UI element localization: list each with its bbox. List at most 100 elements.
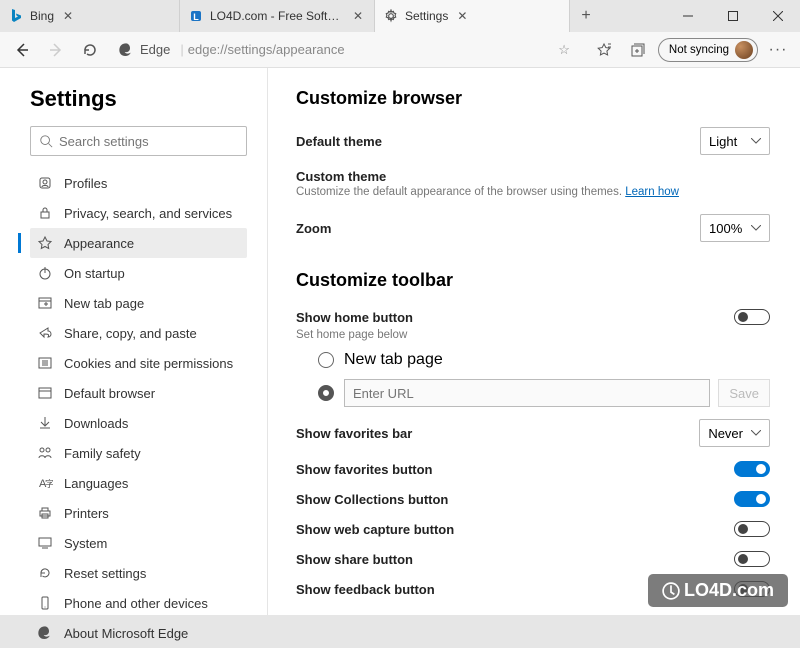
close-icon[interactable]: ✕ (350, 9, 366, 23)
theme-dropdown[interactable]: Light (700, 127, 770, 155)
row-favorites-bar: Show favorites bar Never (296, 419, 770, 447)
save-button[interactable]: Save (718, 379, 770, 407)
section-customize-toolbar: Customize toolbar (296, 270, 770, 291)
family-icon (36, 444, 54, 462)
label-web-capture: Show web capture button (296, 522, 454, 537)
lo4d-icon: L (188, 8, 204, 24)
page-title: Settings (30, 86, 247, 112)
profile-sync-pill[interactable]: Not syncing (658, 38, 758, 62)
close-window-button[interactable] (755, 0, 800, 32)
label-collections-button: Show Collections button (296, 492, 448, 507)
search-settings-box[interactable] (30, 126, 247, 156)
avatar-icon (735, 41, 753, 59)
favorites-bar-dropdown[interactable]: Never (699, 419, 770, 447)
tab-label: LO4D.com - Free Software Dow (210, 9, 344, 23)
collections-icon[interactable] (624, 36, 652, 64)
content-area: Settings Profiles Privacy, search, and s… (0, 68, 800, 615)
nav-downloads[interactable]: Downloads (30, 408, 247, 438)
label-custom-theme: Custom theme (296, 169, 770, 184)
watermark: LO4D.com (648, 574, 788, 607)
zoom-dropdown[interactable]: 100% (700, 214, 770, 242)
forward-button[interactable] (42, 36, 70, 64)
nav-phone[interactable]: Phone and other devices (30, 588, 247, 618)
nav-privacy[interactable]: Privacy, search, and services (30, 198, 247, 228)
new-tab-button[interactable]: + (570, 0, 602, 32)
nav-default-browser[interactable]: Default browser (30, 378, 247, 408)
chevron-down-icon (751, 138, 761, 144)
toggle-collections-button[interactable] (734, 491, 770, 507)
nav-family[interactable]: Family safety (30, 438, 247, 468)
row-collections-button: Show Collections button (296, 491, 770, 507)
cookies-icon (36, 354, 54, 372)
label-favorites-button: Show favorites button (296, 462, 433, 477)
browser-icon (36, 384, 54, 402)
label-home-button: Show home button (296, 310, 413, 325)
separator: | (176, 42, 187, 57)
reset-icon (36, 564, 54, 582)
radio-icon (318, 385, 334, 401)
radio-enter-url[interactable]: Save (318, 379, 770, 407)
phone-icon (36, 594, 54, 612)
settings-nav: Profiles Privacy, search, and services A… (30, 168, 247, 648)
nav-appearance[interactable]: Appearance (30, 228, 247, 258)
chevron-down-icon (751, 430, 761, 436)
home-url-input[interactable] (344, 379, 710, 407)
tab-label: Settings (405, 9, 448, 23)
learn-how-link[interactable]: Learn how (625, 186, 679, 198)
nav-system[interactable]: System (30, 528, 247, 558)
close-icon[interactable]: ✕ (454, 9, 470, 23)
nav-profiles[interactable]: Profiles (30, 168, 247, 198)
nav-reset[interactable]: Reset settings (30, 558, 247, 588)
tab-lo4d[interactable]: L LO4D.com - Free Software Dow ✕ (180, 0, 375, 32)
nav-cookies[interactable]: Cookies and site permissions (30, 348, 247, 378)
nav-share[interactable]: Share, copy, and paste (30, 318, 247, 348)
svg-text:L: L (193, 12, 199, 22)
favorites-icon[interactable] (590, 36, 618, 64)
maximize-button[interactable] (710, 0, 755, 32)
section-customize-browser: Customize browser (296, 88, 770, 109)
label-favorites-bar: Show favorites bar (296, 426, 412, 441)
main-panel: Customize browser Default theme Light Cu… (268, 68, 800, 615)
radio-new-tab-page[interactable]: New tab page (318, 351, 770, 369)
close-icon[interactable]: ✕ (60, 9, 76, 23)
toggle-favorites-button[interactable] (734, 461, 770, 477)
download-icon (36, 414, 54, 432)
tab-label: Bing (30, 9, 54, 23)
label-zoom: Zoom (296, 221, 331, 236)
row-favorites-button: Show favorites button (296, 461, 770, 477)
more-menu-button[interactable]: ··· (764, 36, 792, 64)
toggle-share-button[interactable] (734, 551, 770, 567)
address-field[interactable]: Edge | edge://settings/appearance ☆ (110, 36, 584, 64)
nav-startup[interactable]: On startup (30, 258, 247, 288)
toggle-web-capture[interactable] (734, 521, 770, 537)
nav-printers[interactable]: Printers (30, 498, 247, 528)
favorite-star-icon[interactable]: ☆ (552, 42, 576, 58)
toggle-home-button[interactable] (734, 309, 770, 325)
edge-icon (36, 624, 54, 642)
gear-icon (383, 8, 399, 24)
svg-text:字: 字 (45, 478, 53, 489)
refresh-button[interactable] (76, 36, 104, 64)
search-input[interactable] (59, 134, 238, 149)
row-default-theme: Default theme Light (296, 127, 770, 155)
appearance-icon (36, 234, 54, 252)
share-icon (36, 324, 54, 342)
label-default-theme: Default theme (296, 134, 382, 149)
back-button[interactable] (8, 36, 36, 64)
nav-newtab[interactable]: New tab page (30, 288, 247, 318)
sync-status: Not syncing (669, 44, 729, 56)
profile-icon (36, 174, 54, 192)
nav-about[interactable]: About Microsoft Edge (30, 618, 247, 648)
row-web-capture-button: Show web capture button (296, 521, 770, 537)
minimize-button[interactable] (665, 0, 710, 32)
language-icon: A字 (36, 474, 54, 492)
home-page-radio-group: New tab page Save (318, 351, 770, 407)
title-bar: Bing ✕ L LO4D.com - Free Software Dow ✕ … (0, 0, 800, 32)
tab-strip: Bing ✕ L LO4D.com - Free Software Dow ✕ … (0, 0, 665, 32)
home-sublabel: Set home page below (296, 329, 770, 341)
nav-languages[interactable]: A字Languages (30, 468, 247, 498)
window-controls (665, 0, 800, 32)
tab-bing[interactable]: Bing ✕ (0, 0, 180, 32)
printer-icon (36, 504, 54, 522)
tab-settings[interactable]: Settings ✕ (375, 0, 570, 32)
